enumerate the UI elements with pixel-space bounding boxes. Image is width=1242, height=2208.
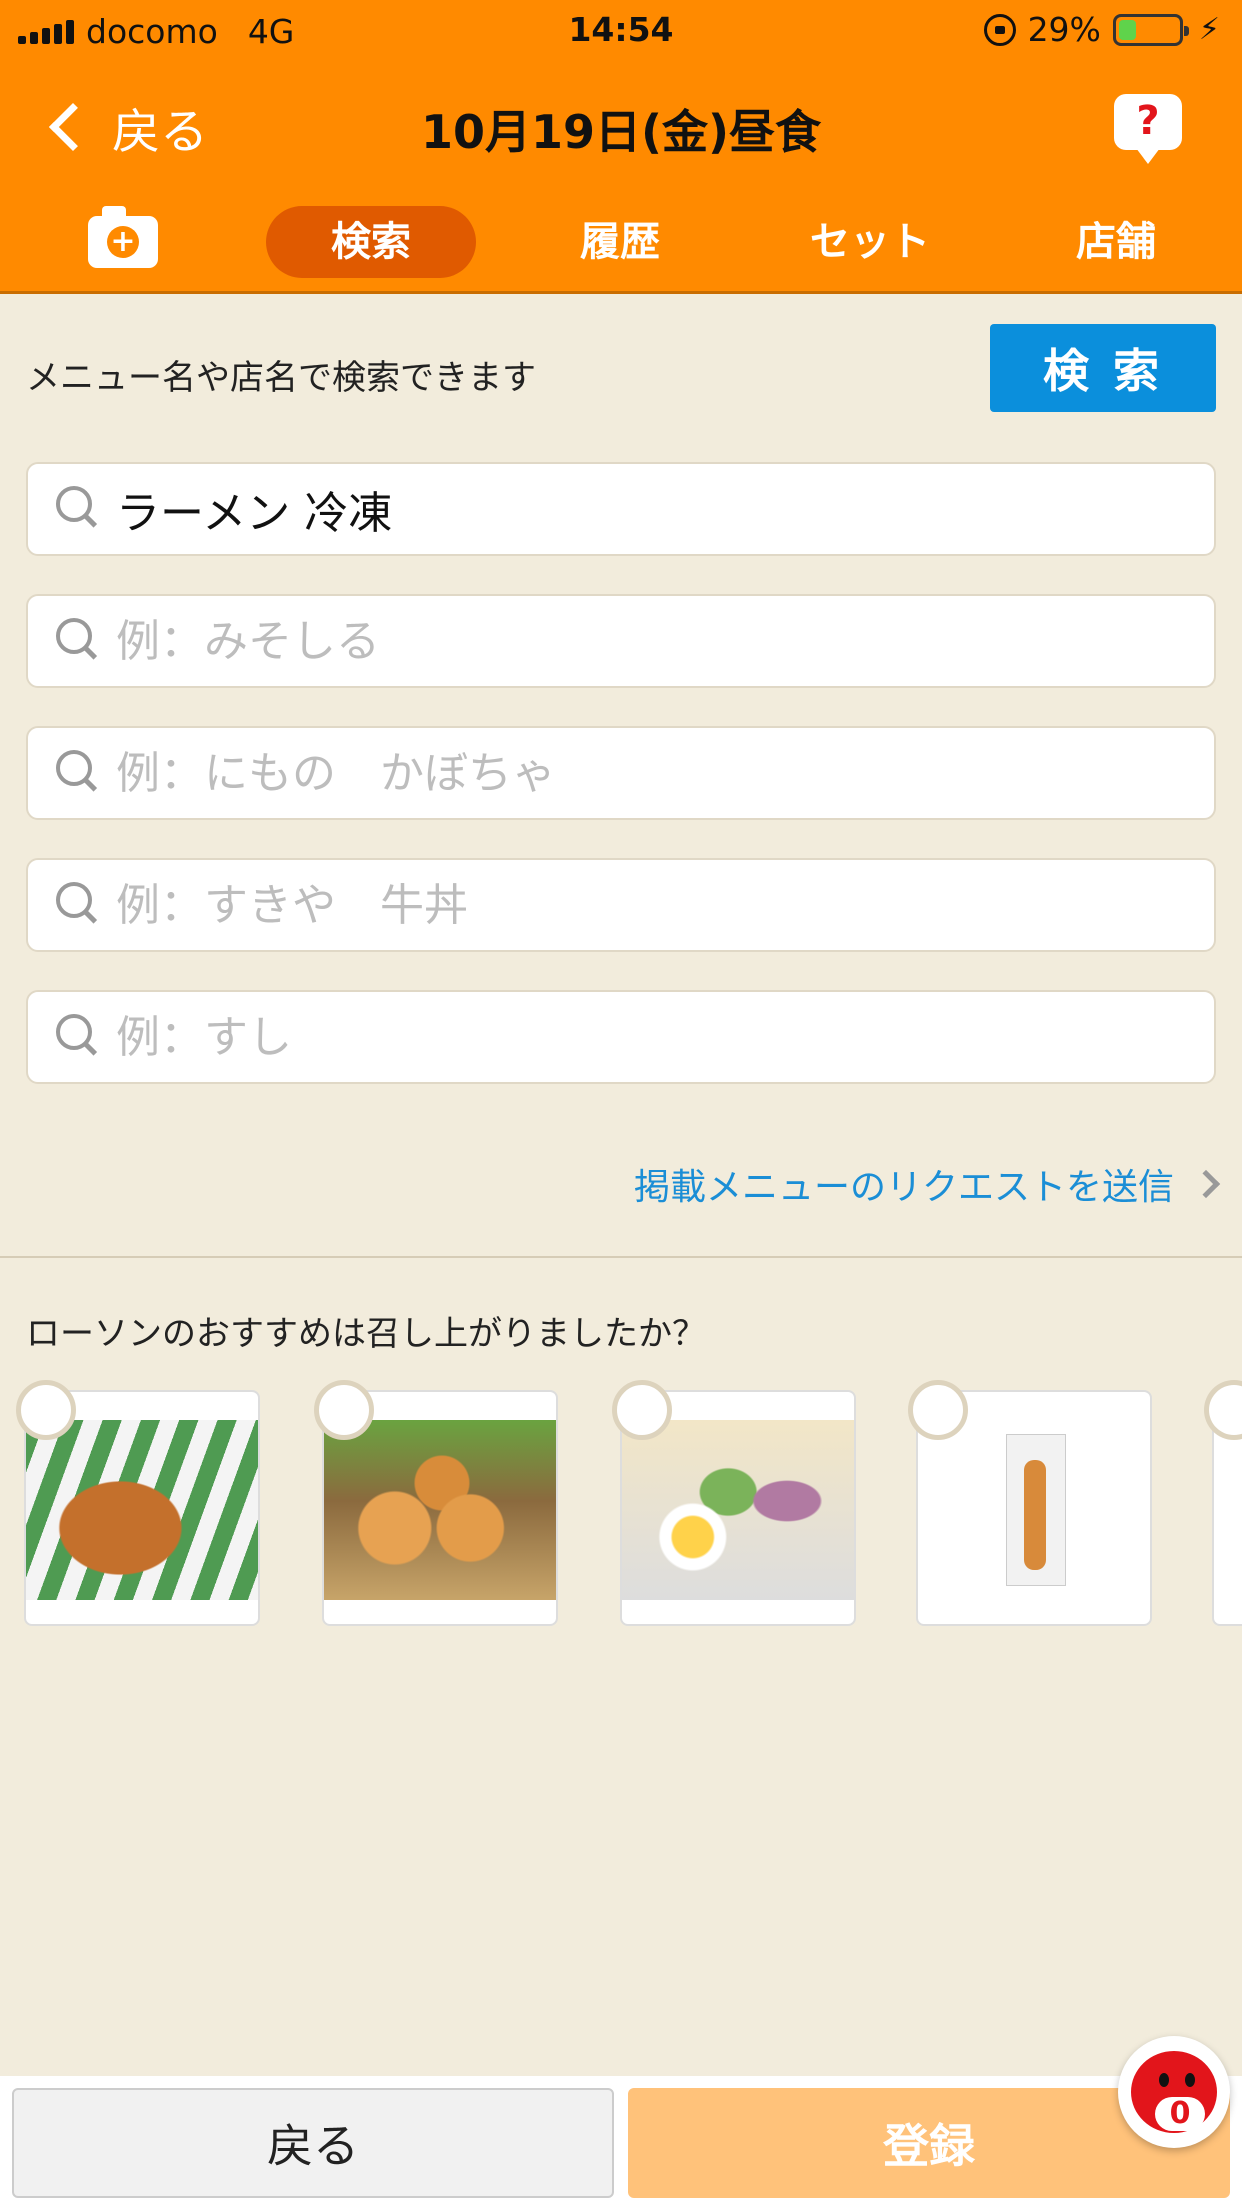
question-icon: ?: [1136, 98, 1160, 144]
tab-history[interactable]: 履歴: [520, 206, 720, 278]
recommend-title: ローソンのおすすめは召し上がりましたか？: [26, 1314, 706, 1354]
chevron-right-icon: [1191, 1169, 1221, 1199]
select-radio-3[interactable]: [612, 1380, 672, 1440]
navigation-bar: 戻る 10月19日(金)昼食 ?: [0, 72, 1242, 182]
rotation-lock-icon: [983, 13, 1016, 46]
mascot-eye: [1159, 2073, 1169, 2087]
footer-back-button[interactable]: 戻る: [12, 2088, 614, 2198]
charging-icon: ⚡: [1198, 12, 1220, 47]
mascot-eye: [1185, 2073, 1195, 2087]
search-hint: メニュー名や店名で検索できます: [26, 358, 536, 398]
search-field-5: [26, 990, 1216, 1084]
food-photo: [26, 1420, 258, 1600]
search-field-3: [26, 726, 1216, 820]
footer-bar: 戻る 登録: [0, 2076, 1242, 2208]
search-field-1: [26, 462, 1216, 556]
search-field-2: [26, 594, 1216, 688]
search-icon: [56, 882, 96, 928]
plus-icon: +: [107, 226, 139, 258]
status-bar: docomo 4G 14:54 29% ⚡: [0, 0, 1242, 62]
search-icon: [56, 486, 96, 532]
search-icon: [56, 618, 96, 664]
select-radio-5[interactable]: [1204, 1380, 1242, 1440]
app-header: docomo 4G 14:54 29% ⚡ 戻る 10月19日(金)昼食 ? +…: [0, 0, 1242, 294]
menu-request-link[interactable]: 掲載メニューのリクエストを送信: [633, 1158, 1221, 1210]
food-photo: [622, 1420, 854, 1600]
camera-add-button[interactable]: +: [88, 206, 158, 268]
select-radio-1[interactable]: [16, 1380, 76, 1440]
search-input-5[interactable]: [116, 992, 1196, 1082]
search-button[interactable]: 検 索: [990, 324, 1216, 412]
tab-store[interactable]: 店舗: [1016, 206, 1216, 278]
tab-search[interactable]: 検索: [266, 206, 476, 278]
select-radio-4[interactable]: [908, 1380, 968, 1440]
help-button[interactable]: ?: [1114, 94, 1182, 164]
status-right: 29% ⚡: [983, 10, 1220, 49]
select-radio-2[interactable]: [314, 1380, 374, 1440]
search-icon: [56, 750, 96, 796]
mascot-face-icon: 0: [1128, 2048, 1220, 2136]
food-photo: [324, 1420, 556, 1600]
recommend-list: [0, 1380, 1242, 1640]
food-photo: [918, 1420, 1150, 1600]
page-title: 10月19日(金)昼食: [420, 105, 822, 159]
search-input-3[interactable]: [116, 728, 1196, 818]
search-field-4: [26, 858, 1216, 952]
tab-set[interactable]: セット: [770, 206, 970, 278]
counter-badge: 0: [1155, 2097, 1205, 2131]
tab-bar: + 検索 履歴 セット 店舗: [0, 200, 1242, 282]
menu-request-label: 掲載メニューのリクエストを送信: [633, 1167, 1174, 1208]
mascot-counter-button[interactable]: 0: [1118, 2036, 1230, 2148]
search-icon: [56, 1014, 96, 1060]
search-input-1[interactable]: [116, 464, 1196, 554]
battery-icon: [1112, 13, 1189, 46]
search-input-2[interactable]: [116, 596, 1196, 686]
section-divider: [0, 1256, 1242, 1258]
battery-percent: 29%: [1027, 10, 1101, 49]
search-input-4[interactable]: [116, 860, 1196, 950]
